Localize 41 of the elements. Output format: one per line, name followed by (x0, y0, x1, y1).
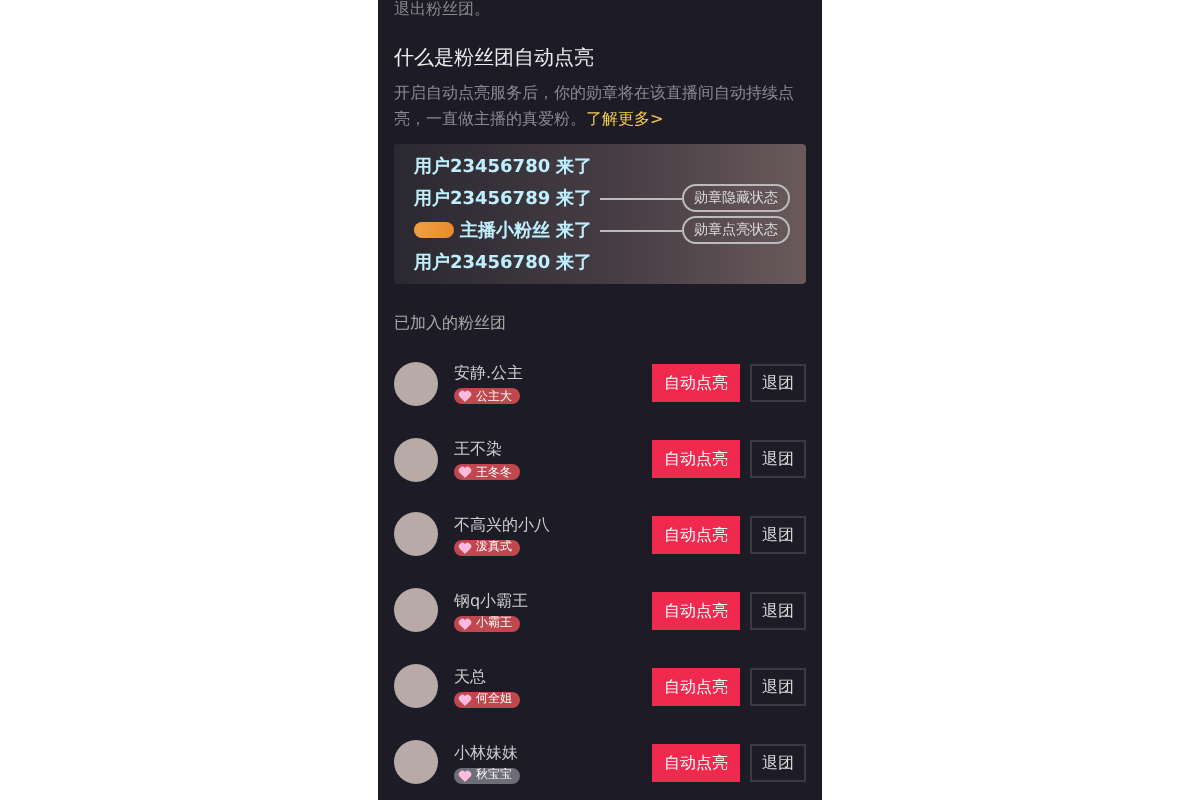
auto-light-button[interactable]: 自动点亮 (652, 591, 740, 630)
chat-line: 用户23456780 来了 (414, 250, 593, 275)
heart-icon (458, 693, 472, 706)
heart-icon (458, 617, 472, 630)
section-description: 开启自动点亮服务后，你的勋章将在该直播间自动持续点亮，一直做主播的真爱粉。了解更多> (394, 82, 796, 132)
joined-title: 已加入的粉丝团 (394, 311, 508, 334)
heart-icon (458, 390, 472, 403)
learn-more-link[interactable]: 了解更多> (586, 110, 664, 128)
leave-button[interactable]: 退团 (750, 515, 806, 554)
leave-button[interactable]: 退团 (750, 743, 806, 782)
auto-light-button[interactable]: 自动点亮 (652, 364, 740, 403)
club-name: 王不染 (454, 438, 504, 461)
chat-line: 用户23456780 来了 (414, 154, 593, 179)
club-name: 天总 (454, 665, 488, 688)
avatar (394, 361, 438, 406)
heart-icon (458, 466, 472, 479)
avatar (394, 664, 438, 709)
avatar (394, 437, 438, 482)
avatar (394, 512, 438, 557)
auto-light-button[interactable]: 自动点亮 (652, 440, 740, 479)
auto-light-button[interactable]: 自动点亮 (652, 515, 740, 554)
avatar (394, 740, 438, 785)
heart-icon (458, 541, 472, 554)
auto-light-button[interactable]: 自动点亮 (652, 743, 740, 782)
chat-line: 主播小粉丝 来了 (460, 218, 593, 243)
avatar (394, 588, 438, 633)
leave-button[interactable]: 退团 (750, 364, 806, 403)
leader-line (600, 229, 682, 231)
chat-line: 用户23456789 来了 (414, 186, 593, 211)
auto-light-button[interactable]: 自动点亮 (652, 667, 740, 706)
club-name: 小林妹妹 (454, 741, 520, 764)
club-name: 不高兴的小八 (454, 513, 552, 536)
leave-button[interactable]: 退团 (750, 440, 806, 479)
heart-icon (458, 769, 472, 782)
section-title: 什么是粉丝团自动点亮 (394, 45, 596, 72)
leave-button[interactable]: 退团 (750, 667, 806, 706)
leader-line (600, 197, 682, 199)
club-name: 钢q小霸王 (454, 589, 531, 612)
intro-text: 退出粉丝团。 (394, 0, 492, 20)
leave-button[interactable]: 退团 (750, 591, 806, 630)
club-name: 安静.公主 (454, 362, 526, 385)
